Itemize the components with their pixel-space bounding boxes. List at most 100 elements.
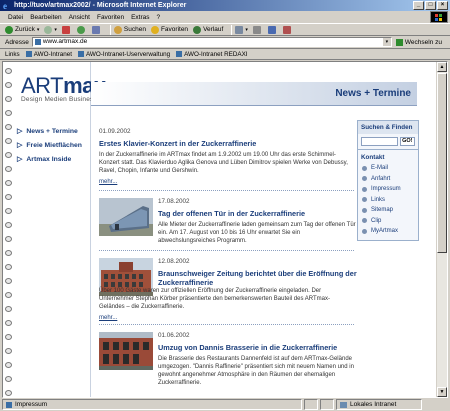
- scroll-down-button[interactable]: ▼: [437, 387, 447, 397]
- search-go-button[interactable]: GO!: [399, 137, 415, 146]
- refresh-icon: [76, 25, 85, 34]
- toolbar-separator: [109, 24, 111, 35]
- menu-extras[interactable]: Extras: [131, 14, 149, 21]
- status-main: Impressum: [2, 399, 302, 410]
- status-bar: Impressum Lokales Intranet: [0, 398, 450, 411]
- kontakt-item-clip[interactable]: Clip: [358, 216, 418, 227]
- bullet-icon: [362, 218, 367, 224]
- minimize-button[interactable]: _: [413, 1, 424, 10]
- binder-ring: [5, 390, 12, 396]
- history-button[interactable]: Verlauf: [193, 25, 223, 34]
- triangle-right-icon: ▷: [17, 156, 23, 163]
- search-input[interactable]: [361, 137, 398, 146]
- window-title: http://tuov/artmax2002/ - Microsoft Inte…: [14, 2, 187, 9]
- scroll-up-button[interactable]: ▲: [437, 62, 447, 72]
- more-link[interactable]: mehr...: [99, 179, 117, 185]
- page-icon: [176, 51, 183, 57]
- star-icon: [150, 25, 159, 34]
- article-text: Über 100 Gäste waren zur offiziellen Erö…: [99, 288, 331, 310]
- news-article: 17.08.2002 Tag der offenen Tür in der Zu…: [158, 198, 358, 245]
- refresh-button[interactable]: [76, 25, 87, 34]
- link-awo-intranet[interactable]: AWO-Intranet: [25, 51, 72, 58]
- nav-item-news-termine[interactable]: ▷ News + Termine: [17, 124, 82, 138]
- article-date: 12.08.2002: [158, 258, 190, 265]
- kontakt-item-sitemap[interactable]: Sitemap: [358, 205, 418, 216]
- svg-text:e: e: [3, 1, 7, 10]
- news-article: 01.06.2002 Umzug von Dannis Brasserie in…: [158, 332, 358, 387]
- chevron-down-icon[interactable]: ▾: [382, 38, 391, 46]
- left-nav: ▷ News + Termine ▷ Freie Mietflächen ▷ A…: [17, 124, 82, 166]
- bullet-icon: [362, 165, 367, 171]
- bullet-icon: [362, 186, 367, 192]
- forward-arrow-icon: [44, 25, 53, 34]
- page-icon: [25, 51, 32, 57]
- links-bar: Links AWO-Intranet AWO-Intranet-Userverw…: [0, 49, 450, 60]
- edit-button[interactable]: [267, 25, 278, 34]
- binder-ring: [5, 166, 12, 172]
- forward-button[interactable]: ▾: [44, 25, 57, 34]
- link-awo-redaxi[interactable]: AWO-Intranet REDAXI: [176, 51, 248, 58]
- search-row: GO!: [358, 134, 418, 149]
- search-button[interactable]: Suchen: [113, 25, 146, 34]
- favorites-button[interactable]: Favoriten: [150, 25, 188, 34]
- status-cell: [320, 399, 334, 410]
- address-input[interactable]: www.artmax.de ▾: [31, 37, 392, 47]
- binder-ring: [5, 236, 12, 242]
- kontakt-item-myartmax[interactable]: MyArtmax: [358, 226, 418, 237]
- mail-button[interactable]: ▾: [235, 25, 248, 34]
- article-date: 01.06.2002: [158, 332, 190, 339]
- kontakt-title: Kontakt: [358, 149, 418, 163]
- scroll-thumb[interactable]: [437, 73, 447, 253]
- left-column: [15, 62, 91, 397]
- menu-favoriten[interactable]: Favoriten: [97, 14, 124, 21]
- intranet-zone-icon: [340, 401, 347, 408]
- edit-icon: [267, 25, 276, 34]
- binder-ring: [5, 208, 12, 214]
- binder-ring: [5, 180, 12, 186]
- stop-button[interactable]: [61, 25, 72, 34]
- nav-item-freie-mietflaechen[interactable]: ▷ Freie Mietflächen: [17, 138, 82, 152]
- binder-ring: [5, 362, 12, 368]
- link-awo-userverwaltung[interactable]: AWO-Intranet-Userverwaltung: [77, 51, 170, 58]
- kontakt-item-impressum[interactable]: Impressum: [358, 184, 418, 195]
- status-zone: Lokales Intranet: [336, 399, 422, 410]
- binder-ring: [5, 250, 12, 256]
- print-button[interactable]: [252, 25, 263, 34]
- more-link[interactable]: mehr...: [99, 315, 117, 321]
- menu-datei[interactable]: Datei: [8, 14, 23, 21]
- menu-bearbeiten[interactable]: Bearbeiten: [30, 14, 61, 21]
- binder-ring: [5, 110, 12, 116]
- discuss-button[interactable]: [282, 25, 293, 34]
- vertical-scrollbar[interactable]: ▲ ▼: [436, 62, 447, 397]
- article-divider: [99, 250, 354, 251]
- section-header: News + Termine: [91, 82, 417, 106]
- ring-binder-decoration: [3, 62, 13, 397]
- binder-ring: [5, 68, 12, 74]
- maximize-button[interactable]: □: [425, 1, 436, 10]
- ie-logo-icon: e: [3, 1, 7, 10]
- toolbar-separator: [231, 24, 233, 35]
- section-title: News + Termine: [335, 88, 411, 99]
- binder-ring: [5, 376, 12, 382]
- windows-logo-icon: [430, 11, 448, 23]
- article-title[interactable]: Tag der offenen Tür in der Zuckerraffine…: [158, 209, 358, 218]
- go-button[interactable]: Wechseln zu: [395, 38, 442, 46]
- binder-ring: [5, 222, 12, 228]
- close-button[interactable]: ×: [437, 1, 448, 10]
- article-title[interactable]: Umzug von Dannis Brasserie in die Zucker…: [158, 343, 358, 352]
- kontakt-item-email[interactable]: E-Mail: [358, 163, 418, 174]
- binder-ring: [5, 334, 12, 340]
- kontakt-item-links[interactable]: Links: [358, 195, 418, 206]
- nav-item-artmax-inside[interactable]: ▷ Artmax Inside: [17, 152, 82, 166]
- mail-icon: [235, 25, 244, 34]
- address-bar: Adresse www.artmax.de ▾ Wechseln zu: [0, 36, 450, 49]
- bullet-icon: [362, 207, 367, 213]
- menu-ansicht[interactable]: Ansicht: [69, 14, 90, 21]
- menu-help[interactable]: ?: [157, 14, 161, 21]
- back-button[interactable]: Zurück ▾: [5, 25, 39, 34]
- home-button[interactable]: [91, 25, 102, 34]
- stop-icon: [61, 25, 70, 34]
- menu-bar: Datei Bearbeiten Ansicht Favoriten Extra…: [0, 11, 450, 23]
- article-title[interactable]: Erstes Klavier-Konzert in der Zuckerraff…: [99, 139, 354, 148]
- kontakt-item-anfahrt[interactable]: Anfahrt: [358, 174, 418, 185]
